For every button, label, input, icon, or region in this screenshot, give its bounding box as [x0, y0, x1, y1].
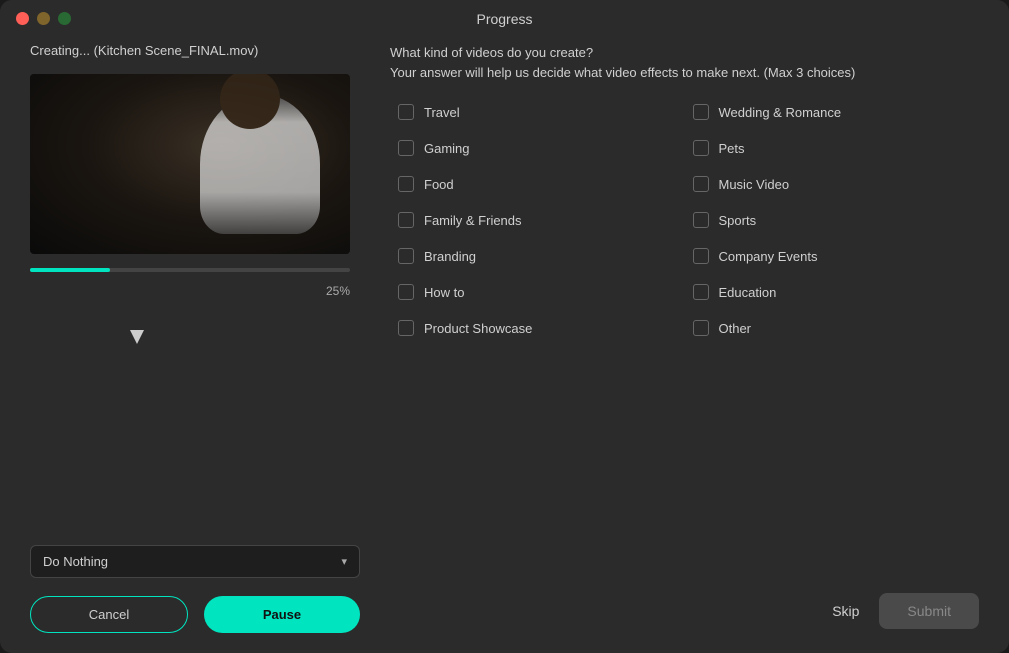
checkbox-gaming-label: Gaming: [424, 141, 470, 156]
traffic-lights: [16, 12, 71, 25]
progress-bar-container: [30, 268, 350, 272]
checkbox-travel[interactable]: Travel: [390, 94, 685, 130]
checkbox-pets[interactable]: Pets: [685, 130, 980, 166]
checkbox-other-label: Other: [719, 321, 752, 336]
checkbox-sports-box[interactable]: [693, 212, 709, 228]
bottom-actions: Skip Submit: [390, 585, 979, 633]
action-buttons: Cancel Pause: [30, 596, 360, 633]
creating-label: Creating... (Kitchen Scene_FINAL.mov): [30, 43, 360, 58]
close-button[interactable]: [16, 12, 29, 25]
checkbox-music[interactable]: Music Video: [685, 166, 980, 202]
skip-button[interactable]: Skip: [832, 603, 859, 619]
checkbox-other[interactable]: Other: [685, 310, 980, 346]
main-content: Creating... (Kitchen Scene_FINAL.mov) 25…: [0, 33, 1009, 653]
checkbox-branding-box[interactable]: [398, 248, 414, 264]
checkbox-company[interactable]: Company Events: [685, 238, 980, 274]
checkbox-education[interactable]: Education: [685, 274, 980, 310]
checkbox-pets-box[interactable]: [693, 140, 709, 156]
submit-button[interactable]: Submit: [879, 593, 979, 629]
checkbox-branding[interactable]: Branding: [390, 238, 685, 274]
checkbox-company-label: Company Events: [719, 249, 818, 264]
checkbox-sports-label: Sports: [719, 213, 757, 228]
checkbox-food-box[interactable]: [398, 176, 414, 192]
minimize-button[interactable]: [37, 12, 50, 25]
checkbox-travel-box[interactable]: [398, 104, 414, 120]
checkbox-music-label: Music Video: [719, 177, 790, 192]
checkbox-food-label: Food: [424, 177, 454, 192]
checkbox-education-box[interactable]: [693, 284, 709, 300]
question-text: What kind of videos do you create? Your …: [390, 43, 979, 82]
cursor-area: [30, 310, 360, 533]
checkbox-wedding[interactable]: Wedding & Romance: [685, 94, 980, 130]
checkbox-grid: Travel Gaming Food Family & Friends: [390, 94, 979, 573]
video-image: [30, 74, 350, 254]
checkbox-company-box[interactable]: [693, 248, 709, 264]
checkbox-education-label: Education: [719, 285, 777, 300]
checkbox-gaming[interactable]: Gaming: [390, 130, 685, 166]
do-nothing-dropdown[interactable]: Do Nothing ▾: [30, 545, 360, 578]
pause-button[interactable]: Pause: [204, 596, 360, 633]
checkbox-family-label: Family & Friends: [424, 213, 522, 228]
chevron-down-icon: ▾: [341, 555, 347, 568]
checkbox-food[interactable]: Food: [390, 166, 685, 202]
maximize-button[interactable]: [58, 12, 71, 25]
checkbox-howto[interactable]: How to: [390, 274, 685, 310]
checkbox-branding-label: Branding: [424, 249, 476, 264]
cursor-icon: [130, 330, 144, 344]
checkbox-family[interactable]: Family & Friends: [390, 202, 685, 238]
checkbox-pets-label: Pets: [719, 141, 745, 156]
checkbox-travel-label: Travel: [424, 105, 460, 120]
checkbox-product[interactable]: Product Showcase: [390, 310, 685, 346]
progress-bar-fill: [30, 268, 110, 272]
dropdown-label: Do Nothing: [43, 554, 108, 569]
checkbox-gaming-box[interactable]: [398, 140, 414, 156]
right-panel: What kind of videos do you create? Your …: [390, 43, 979, 633]
window-title: Progress: [476, 11, 532, 27]
checkbox-sports[interactable]: Sports: [685, 202, 980, 238]
checkbox-other-box[interactable]: [693, 320, 709, 336]
main-window: Progress Creating... (Kitchen Scene_FINA…: [0, 0, 1009, 653]
checkbox-family-box[interactable]: [398, 212, 414, 228]
checkbox-music-box[interactable]: [693, 176, 709, 192]
checkbox-wedding-box[interactable]: [693, 104, 709, 120]
video-thumbnail: [30, 74, 350, 254]
progress-percent: 25%: [30, 284, 350, 298]
titlebar: Progress: [0, 0, 1009, 33]
left-panel: Creating... (Kitchen Scene_FINAL.mov) 25…: [30, 43, 360, 633]
checkbox-product-label: Product Showcase: [424, 321, 532, 336]
checkbox-howto-box[interactable]: [398, 284, 414, 300]
checkbox-col2: Wedding & Romance Pets Music Video Sport…: [685, 94, 980, 573]
checkbox-wedding-label: Wedding & Romance: [719, 105, 842, 120]
checkbox-product-box[interactable]: [398, 320, 414, 336]
checkbox-col1: Travel Gaming Food Family & Friends: [390, 94, 685, 573]
checkbox-howto-label: How to: [424, 285, 464, 300]
cancel-button[interactable]: Cancel: [30, 596, 188, 633]
